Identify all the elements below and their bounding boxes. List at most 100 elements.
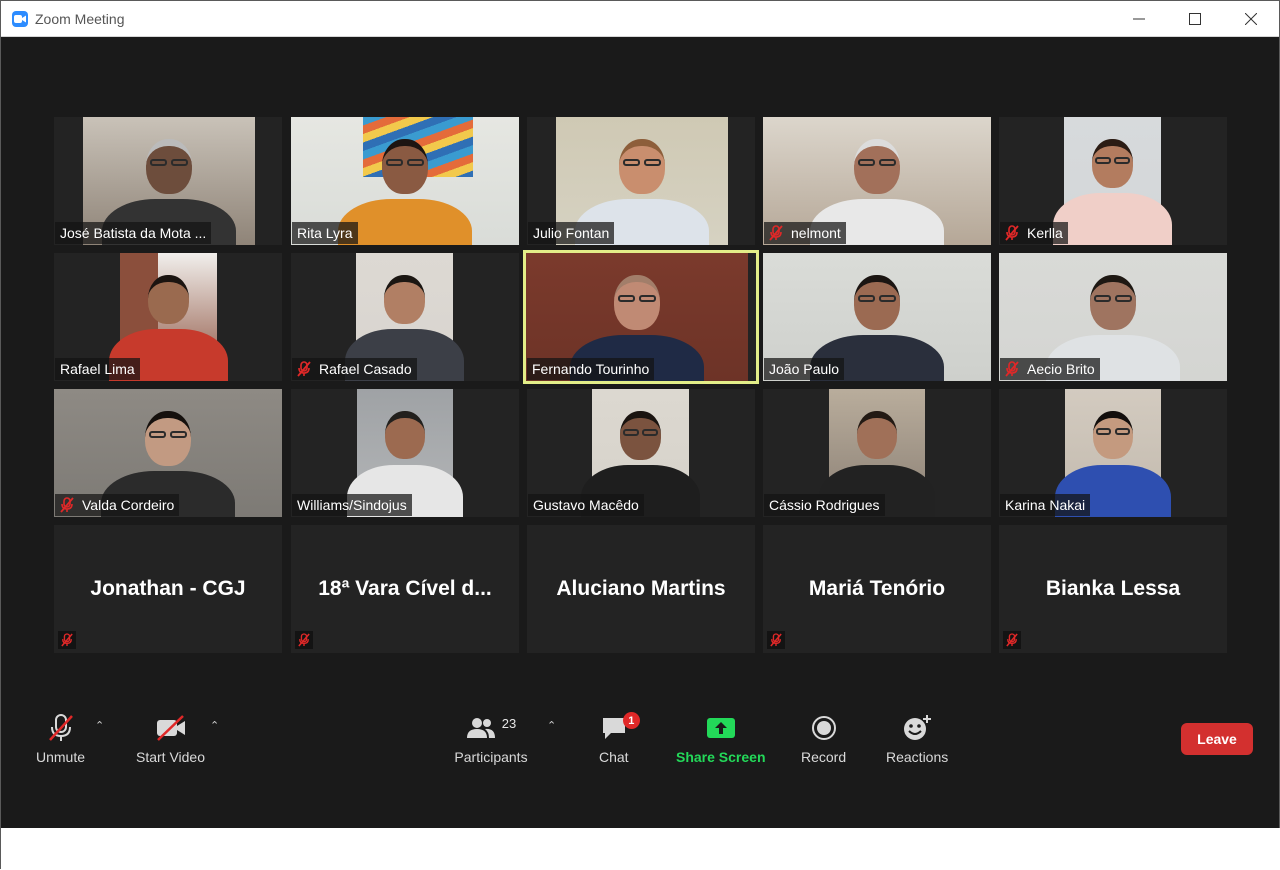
participant-tile[interactable]: Rita Lyra — [291, 117, 519, 245]
participant-name: João Paulo — [769, 361, 840, 377]
chat-button[interactable]: 1 Chat — [599, 711, 640, 765]
chat-unread-badge: 1 — [622, 712, 640, 729]
participant-tile[interactable]: Aluciano Martins — [527, 525, 755, 653]
participant-name: Aluciano Martins — [556, 577, 726, 600]
unmute-label: Unmute — [36, 749, 86, 765]
participant-tile[interactable]: Jonathan - CGJ — [54, 525, 282, 653]
participants-icon — [466, 718, 495, 738]
participant-tile[interactable]: Rafael Casado — [291, 253, 519, 381]
maximize-icon[interactable] — [1167, 1, 1223, 37]
reactions-icon — [904, 715, 932, 740]
meeting-toolbar: Unmute ⌃ Start Video ⌃ 23 Participants ⌃… — [2, 701, 1279, 828]
participant-name: Cássio Rodrigues — [769, 497, 880, 513]
muted-mic-icon — [295, 631, 313, 649]
participant-nameplate: Rafael Lima — [55, 358, 140, 380]
window-bottom-margin — [1, 828, 1280, 870]
muted-mic-icon — [58, 631, 76, 649]
window-title: Zoom Meeting — [35, 10, 125, 27]
start-video-button[interactable]: Start Video — [136, 711, 205, 765]
participant-nameplate: Julio Fontan — [528, 222, 615, 244]
participant-name: Karina Nakai — [1005, 497, 1086, 513]
muted-mic-icon — [298, 633, 310, 647]
participant-nameplate: José Batista da Mota ... — [55, 222, 212, 244]
participant-tile[interactable]: João Paulo — [763, 253, 991, 381]
participant-tile[interactable]: Julio Fontan — [527, 117, 755, 245]
participant-name: Mariá Tenório — [808, 577, 946, 600]
muted-mic-icon — [48, 714, 73, 741]
unmute-button[interactable]: Unmute — [36, 711, 85, 765]
muted-mic-icon — [61, 633, 73, 647]
start-video-label: Start Video — [136, 749, 206, 765]
participant-tile[interactable]: Gustavo Macêdo — [527, 389, 755, 517]
participants-button[interactable]: 23 Participants — [452, 711, 530, 766]
record-label: Record — [801, 749, 847, 765]
participant-tile[interactable]: Mariá Tenório — [763, 525, 991, 653]
participant-nameplate: nelmont — [764, 222, 846, 244]
close-icon[interactable] — [1223, 1, 1279, 37]
participant-name: Valda Cordeiro — [82, 497, 175, 513]
participant-tile[interactable]: Karina Nakai — [999, 389, 1227, 517]
participant-video — [1053, 117, 1172, 245]
participant-tile[interactable]: Williams/Sindojus — [291, 389, 519, 517]
participant-tile[interactable]: Bianka Lessa — [999, 525, 1227, 653]
muted-mic-icon — [767, 631, 785, 649]
minimize-icon[interactable] — [1111, 1, 1167, 37]
chat-label: Chat — [599, 749, 629, 765]
muted-mic-icon — [60, 497, 74, 513]
audio-options-caret-icon[interactable]: ⌃ — [95, 719, 104, 732]
participant-name: Williams/Sindojus — [297, 497, 407, 513]
participant-name: 18ª Vara Cível d... — [318, 577, 492, 600]
participant-name: Gustavo Macêdo — [533, 497, 639, 513]
participant-tile[interactable]: Fernando Tourinho — [523, 250, 759, 384]
participant-nameplate: Williams/Sindojus — [292, 494, 412, 516]
muted-mic-icon — [297, 361, 311, 377]
muted-mic-icon — [1003, 631, 1021, 649]
participants-count: 23 — [501, 715, 517, 731]
participant-name: nelmont — [791, 225, 841, 241]
participant-tile[interactable]: Rafael Lima — [54, 253, 282, 381]
participant-name: Rafael Casado — [319, 361, 412, 377]
muted-mic-icon — [1005, 361, 1019, 377]
share-screen-button[interactable]: Share Screen — [676, 711, 766, 765]
participant-name: Fernando Tourinho — [532, 361, 650, 377]
participant-name: Kerlla — [1027, 225, 1063, 241]
record-icon — [811, 716, 836, 740]
participant-nameplate: Kerlla — [1000, 222, 1068, 244]
zoom-app-icon — [12, 10, 28, 27]
participant-nameplate: Aecio Brito — [1000, 358, 1100, 380]
participant-tile[interactable]: Kerlla — [999, 117, 1227, 245]
participant-name: Rafael Lima — [60, 361, 135, 377]
video-off-icon — [156, 715, 185, 741]
participant-tile[interactable]: Valda Cordeiro — [54, 389, 282, 517]
reactions-label: Reactions — [886, 749, 949, 765]
participant-name: Bianka Lessa — [1045, 577, 1181, 600]
participant-name: José Batista da Mota ... — [60, 225, 207, 241]
video-options-caret-icon[interactable]: ⌃ — [210, 719, 219, 732]
leave-button[interactable]: Leave — [1181, 723, 1253, 755]
participant-tile[interactable]: Aecio Brito — [999, 253, 1227, 381]
participant-nameplate: João Paulo — [764, 358, 845, 380]
zoom-window: Zoom Meeting José Batista da Mota ... Rit… — [0, 0, 1280, 870]
participant-nameplate: Gustavo Macêdo — [528, 494, 644, 516]
participant-nameplate: Cássio Rodrigues — [764, 494, 885, 516]
participants-options-caret-icon[interactable]: ⌃ — [547, 719, 556, 732]
muted-mic-icon — [769, 225, 783, 241]
participant-tile[interactable]: José Batista da Mota ... — [54, 117, 282, 245]
title-bar: Zoom Meeting — [1, 1, 1279, 37]
share-screen-icon — [706, 718, 735, 738]
reactions-button[interactable]: Reactions — [886, 711, 948, 765]
muted-mic-icon — [1005, 225, 1019, 241]
participant-tile[interactable]: nelmont — [763, 117, 991, 245]
participant-nameplate: Rita Lyra — [292, 222, 358, 244]
participant-nameplate: Karina Nakai — [1000, 494, 1091, 516]
participants-label: Participants — [454, 749, 528, 765]
record-button[interactable]: Record — [801, 711, 846, 765]
muted-mic-icon — [770, 633, 782, 647]
participant-tile[interactable]: Cássio Rodrigues — [763, 389, 991, 517]
participant-name: Rita Lyra — [297, 225, 353, 241]
participant-name: Jonathan - CGJ — [90, 577, 246, 600]
participant-tile[interactable]: 18ª Vara Cível d... — [291, 525, 519, 653]
muted-mic-icon — [1006, 633, 1018, 647]
participant-name: Julio Fontan — [533, 225, 610, 241]
participant-nameplate: Fernando Tourinho — [527, 358, 655, 380]
